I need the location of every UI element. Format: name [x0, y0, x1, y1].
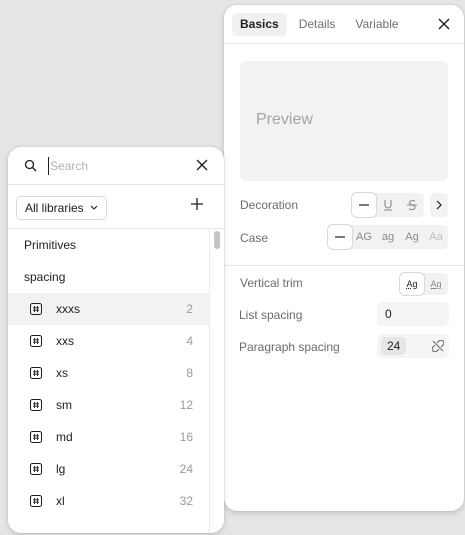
typography-settings-panel: Basics Details Variable Preview Decorati…	[224, 5, 464, 511]
variable-value: 12	[179, 398, 193, 412]
more-decoration-button[interactable]	[430, 193, 448, 217]
preview-text: Preview	[256, 111, 313, 128]
library-select[interactable]: All libraries	[16, 196, 107, 220]
close-icon[interactable]	[196, 159, 208, 171]
plus-icon[interactable]	[190, 197, 204, 211]
tab-variable[interactable]: Variable	[347, 13, 406, 36]
paragraph-spacing-label: Paragraph spacing	[239, 340, 340, 354]
chevron-right-icon	[436, 200, 442, 210]
decoration-strikethrough-button[interactable]	[400, 193, 424, 217]
vertical-trim-cap-height-button[interactable]: Ag	[424, 273, 448, 295]
variable-name: lg	[56, 462, 66, 476]
search-bar	[8, 147, 224, 185]
list-spacing-value: 0	[385, 307, 392, 321]
decoration-control	[352, 193, 424, 217]
collection-header: Primitives	[24, 238, 77, 252]
decoration-label: Decoration	[240, 198, 299, 212]
scrollbar[interactable]	[209, 229, 224, 533]
decoration-none-button[interactable]	[352, 193, 376, 217]
number-variable-icon	[30, 431, 42, 443]
case-none-button[interactable]	[328, 225, 352, 249]
tab-basics[interactable]: Basics	[232, 12, 287, 36]
number-variable-icon	[30, 399, 42, 411]
vertical-trim-standard-button[interactable]: Ag	[400, 273, 424, 295]
variable-name: xxxs	[56, 302, 80, 316]
dash-icon	[359, 204, 369, 206]
list-item[interactable]: xxxs 2	[8, 293, 209, 325]
decoration-underline-button[interactable]	[376, 193, 400, 217]
variable-value: 8	[186, 366, 193, 380]
library-select-value: All libraries	[25, 201, 84, 215]
list-item[interactable]: md 16	[8, 421, 209, 453]
list-item[interactable]: xl 32	[8, 485, 209, 517]
strikethrough-icon	[407, 199, 417, 211]
list-item[interactable]: xxs 4	[8, 325, 209, 357]
variable-value: 16	[179, 430, 193, 444]
variable-name: xs	[56, 366, 68, 380]
number-variable-icon	[30, 495, 42, 507]
paragraph-spacing-variable-chip[interactable]: 24	[381, 337, 407, 355]
close-icon[interactable]	[436, 16, 452, 32]
list-spacing-label: List spacing	[239, 308, 303, 322]
number-variable-icon	[30, 463, 42, 475]
case-small-caps-button[interactable]: Aa	[424, 225, 448, 249]
case-uppercase-button[interactable]: AG	[352, 225, 376, 249]
section-divider	[224, 265, 464, 266]
search-icon	[24, 159, 37, 172]
case-lowercase-button[interactable]: ag	[376, 225, 400, 249]
variable-list: Primitives spacing xxxs 2 xxs 4 xs 8 sm …	[8, 229, 209, 517]
variable-value: 32	[179, 494, 193, 508]
dash-icon	[335, 236, 345, 238]
variable-value: 4	[186, 334, 193, 348]
chevron-down-icon	[90, 205, 98, 210]
underline-icon	[384, 200, 392, 211]
vertical-trim-label: Vertical trim	[240, 276, 303, 290]
list-item[interactable]: xs 8	[8, 357, 209, 389]
library-filter-row: All libraries	[8, 185, 224, 229]
case-title-button[interactable]: Ag	[400, 225, 424, 249]
variable-name: xl	[56, 494, 65, 508]
number-variable-icon	[30, 303, 42, 315]
scrollbar-thumb[interactable]	[214, 231, 220, 249]
detach-variable-icon[interactable]	[432, 340, 444, 352]
variable-name: xxs	[56, 334, 74, 348]
vertical-trim-control: Ag Ag	[400, 273, 448, 295]
tab-details[interactable]: Details	[291, 13, 344, 36]
group-header: spacing	[24, 270, 66, 284]
paragraph-spacing-field[interactable]: 24	[377, 334, 449, 358]
number-variable-icon	[30, 367, 42, 379]
list-spacing-field[interactable]: 0	[377, 302, 449, 326]
text-preview: Preview	[240, 61, 448, 181]
search-input[interactable]	[48, 157, 188, 175]
case-control: AG ag Ag Aa	[328, 225, 448, 249]
variable-value: 24	[179, 462, 193, 476]
variable-name: md	[56, 430, 73, 444]
variable-value: 2	[186, 302, 193, 316]
variable-name: sm	[56, 398, 72, 412]
tab-bar: Basics Details Variable	[224, 5, 464, 44]
number-variable-icon	[30, 335, 42, 347]
list-item[interactable]: lg 24	[8, 453, 209, 485]
variable-picker-panel: All libraries Primitives spacing xxxs 2 …	[8, 147, 224, 533]
list-item[interactable]: sm 12	[8, 389, 209, 421]
case-label: Case	[240, 231, 269, 245]
